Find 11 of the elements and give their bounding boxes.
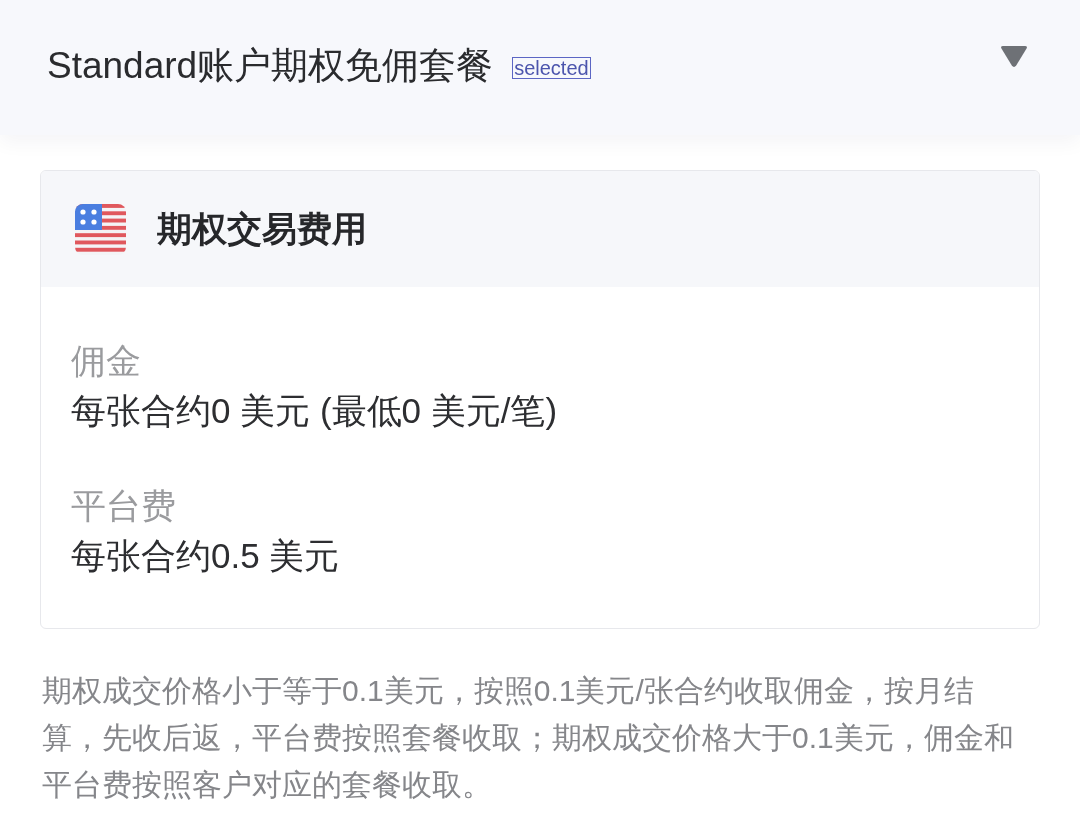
- status-tag: selected: [512, 57, 591, 79]
- fee-value: 每张合约0 美元 (最低0 美元/笔): [71, 390, 558, 432]
- fee-value: 每张合约0.5 美元: [71, 535, 340, 577]
- fee-label: 平台费: [71, 485, 176, 527]
- plan-header[interactable]: Standard账户期权免佣套餐 selected: [0, 0, 1080, 135]
- flag-icon: [75, 203, 126, 255]
- caret-icon[interactable]: [1000, 45, 1028, 68]
- fee-label: 佣金: [71, 340, 141, 382]
- plan-title: Standard账户期权免佣套餐: [47, 44, 494, 88]
- card-title: 期权交易费用: [157, 207, 367, 250]
- note-text: 期权成交价格小于等于0.1美元，按照0.1美元/张合约收取佣金，按月结算，先收后返，平台费按照套餐收取；期权成交价格大于0.1美元，佣金和平台费按照客户对应的套餐收取。: [42, 673, 1015, 803]
